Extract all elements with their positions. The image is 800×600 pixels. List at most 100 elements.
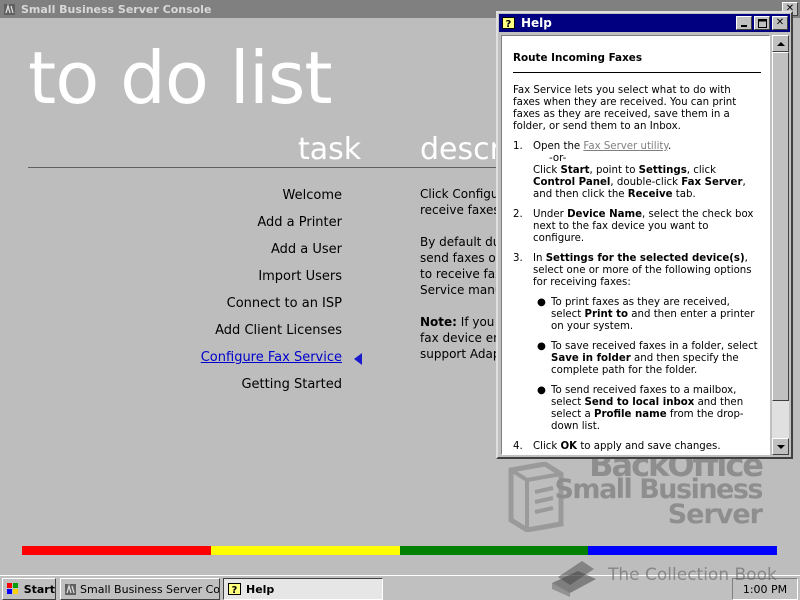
taskbar-help-button[interactable]: ? Help: [223, 578, 383, 600]
start-button[interactable]: Start: [2, 578, 56, 600]
color-bar-red: [22, 546, 211, 555]
task-welcome[interactable]: Welcome: [100, 188, 342, 215]
note-label: Note:: [420, 315, 457, 329]
taskbar-help-label: Help: [246, 582, 275, 596]
step-text: , point to: [589, 165, 639, 176]
step-body: In Settings for the selected device(s), …: [533, 253, 761, 433]
step-bold: Print to: [584, 309, 629, 320]
step-bold: Profile name: [594, 409, 667, 420]
color-bar-green: [399, 546, 589, 555]
description-text: to receive fax: [420, 267, 503, 281]
scroll-thumb[interactable]: [772, 52, 789, 401]
help-scrollbar[interactable]: [772, 35, 789, 455]
console-app-icon: [2, 2, 16, 16]
help-bullet-inbox: ● To send received faxes to a mailbox, s…: [533, 385, 761, 433]
help-bullet-save: ● To save received faxes in a folder, se…: [533, 341, 761, 377]
description-text: send faxes or: [420, 251, 501, 265]
step-bold: Settings for the selected device(s): [545, 253, 745, 264]
task-add-user[interactable]: Add a User: [100, 242, 342, 269]
bullet-icon: ●: [537, 297, 546, 308]
taskbar-console-label: Small Business Server Con...: [80, 582, 220, 596]
taskbar-console-button[interactable]: Small Business Server Con...: [60, 578, 220, 600]
help-title: Help: [521, 16, 552, 30]
step-number: 2.: [513, 209, 523, 220]
task-add-client-licenses[interactable]: Add Client Licenses: [100, 323, 342, 350]
step-bold: Save in folder: [551, 353, 631, 364]
color-bar-yellow: [210, 546, 400, 555]
step-bold: Receive: [627, 189, 673, 200]
task-getting-started[interactable]: Getting Started: [100, 377, 342, 404]
scroll-down-icon[interactable]: [772, 438, 789, 455]
close-icon[interactable]: ✕: [772, 16, 788, 30]
step-text: Click: [533, 165, 561, 176]
taskbar: Start Small Business Server Con... ? Hel…: [0, 575, 800, 600]
step-bold: Device Name: [567, 209, 642, 220]
bullet-icon: ●: [537, 385, 546, 396]
step-bold: Control Panel: [533, 177, 611, 188]
console-title: Small Business Server Console: [21, 2, 212, 16]
task-configure-fax-service[interactable]: Configure Fax Service: [100, 350, 342, 377]
task-list: Welcome Add a Printer Add a User Import …: [100, 188, 342, 404]
start-label: Start: [23, 582, 55, 596]
bullet-icon: ●: [537, 341, 546, 352]
help-topic-title: Route Incoming Faxes: [513, 52, 761, 73]
help-step-2: 2. Under Device Name, select the check b…: [513, 209, 761, 245]
help-step-1: 1. Open the Fax Server utility. -or- Cli…: [513, 141, 761, 201]
task-import-users[interactable]: Import Users: [100, 269, 342, 296]
scroll-up-icon[interactable]: [772, 35, 789, 52]
step-text: .: [668, 141, 672, 152]
step-text: Open the: [533, 141, 584, 152]
step-bold: Settings: [638, 165, 687, 176]
step-text: To save received faxes in a folder, sele…: [551, 341, 758, 352]
step-number: 1.: [513, 141, 523, 152]
svg-text:?: ?: [232, 585, 238, 596]
system-tray-clock[interactable]: 1:00 PM: [732, 578, 798, 600]
console-app-icon: [64, 582, 77, 596]
step-text: In: [533, 253, 546, 264]
step-text: Click: [533, 441, 561, 452]
header-divider: [28, 167, 508, 168]
description-text: Service manu: [420, 283, 503, 297]
fax-server-utility-link[interactable]: Fax Server utility: [583, 141, 668, 152]
step-body: Open the Fax Server utility. -or- Click …: [533, 141, 761, 201]
task-connect-isp[interactable]: Connect to an ISP: [100, 296, 342, 323]
description-text: If you: [456, 315, 495, 329]
step-number: 4.: [513, 441, 523, 452]
help-intro: Fax Service lets you select what to do w…: [513, 85, 737, 132]
description-text: By default dur: [420, 235, 506, 249]
step-bold: Start: [560, 165, 590, 176]
step-bold: OK: [560, 441, 578, 452]
logo-server: Server: [667, 499, 763, 530]
color-bar-blue: [588, 546, 777, 555]
step-text: to apply and save changes.: [577, 441, 721, 452]
description-text: fax device en: [420, 331, 501, 345]
description-text: receive faxes: [420, 203, 500, 217]
task-add-printer[interactable]: Add a Printer: [100, 215, 342, 242]
step-body: Click OK to apply and save changes.: [533, 441, 761, 453]
step-text: Under: [533, 209, 568, 220]
step-text: tab.: [672, 189, 696, 200]
step-body: Under Device Name, select the check box …: [533, 209, 761, 245]
help-titlebar[interactable]: ? Help ✕: [499, 14, 790, 32]
task-column-header: task: [298, 132, 362, 167]
minimize-icon[interactable]: [736, 16, 752, 30]
svg-text:?: ?: [506, 19, 512, 30]
help-question-icon: ?: [227, 582, 243, 596]
color-bar: [22, 546, 777, 555]
step-number: 3.: [513, 253, 523, 264]
help-window-controls: ✕: [736, 16, 788, 30]
help-bullet-print: ● To print faxes as they are received, s…: [533, 297, 761, 333]
page-title: to do list: [28, 36, 333, 120]
help-content: Route Incoming Faxes Fax Service lets yo…: [501, 35, 770, 455]
maximize-icon[interactable]: [754, 16, 770, 30]
help-step-4: 4. Click OK to apply and save changes.: [513, 441, 761, 453]
description-text: Click Configu: [420, 187, 499, 201]
or-separator: -or-: [549, 153, 567, 164]
active-task-arrow-icon: [354, 353, 362, 365]
step-bold: Fax Server: [681, 177, 743, 188]
step-bold: Send to local inbox: [584, 397, 695, 408]
step-text: , click: [686, 165, 717, 176]
help-question-icon: ?: [502, 16, 516, 30]
help-window: ? Help ✕ Route Incoming Faxes Fax Servic…: [496, 11, 793, 459]
description-text: support Adap: [420, 347, 501, 361]
